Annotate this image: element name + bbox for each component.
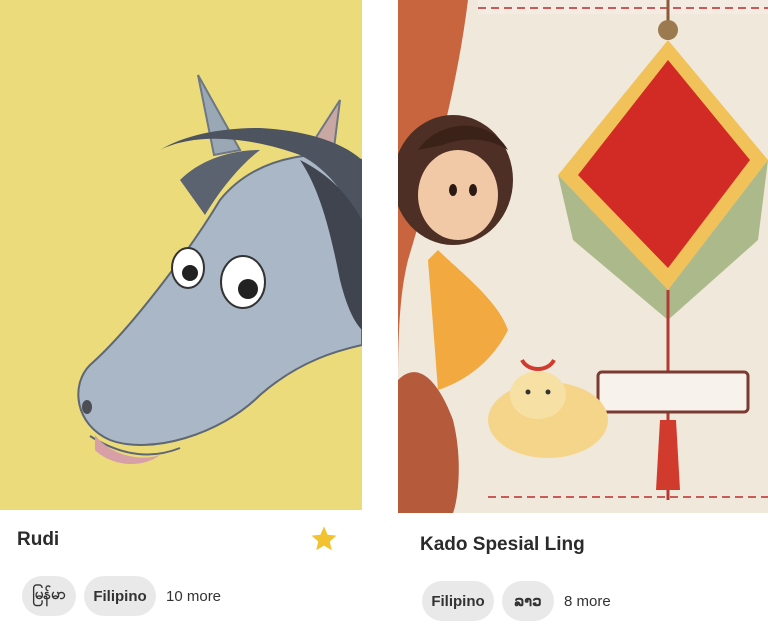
book-cover-image[interactable] [0,0,362,510]
book-title[interactable]: Kado Spesial Ling [420,534,585,556]
book-card-kado-spesial-ling[interactable]: Kado Spesial Ling Filipino ລາວ 8 more [398,0,768,630]
book-card-rudi[interactable]: Rudi မြန်မာ Filipino 10 more [0,0,362,630]
language-tag[interactable]: Filipino [84,576,156,616]
more-languages-link[interactable]: 10 more [166,588,221,605]
language-tags: မြန်မာ Filipino 10 more [22,576,221,616]
star-icon[interactable] [308,524,340,554]
language-tag[interactable]: ລາວ [502,581,554,621]
book-title[interactable]: Rudi [17,529,59,551]
card-gutter [362,0,398,630]
girl-and-lantern-illustration [398,0,768,513]
language-tags: Filipino ລາວ 8 more [422,581,611,621]
language-tag[interactable]: မြန်မာ [22,576,76,616]
more-languages-link[interactable]: 8 more [564,593,611,610]
horse-illustration [0,0,362,510]
book-cover-image[interactable] [398,0,768,513]
language-tag[interactable]: Filipino [422,581,494,621]
